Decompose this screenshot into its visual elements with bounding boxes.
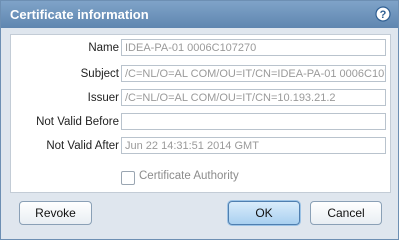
name-label: Name [88,42,119,54]
not-valid-before-field[interactable] [121,113,386,130]
issuer-label: Issuer [87,92,119,104]
issuer-row: Issuer /C=NL/O=AL COM/OU=IT/CN=10.193.21… [11,87,390,111]
not-valid-after-row: Not Valid After Jun 22 14:31:51 2014 GMT [11,135,390,159]
subject-label: Subject [80,68,119,80]
cancel-button[interactable]: Cancel [310,201,382,225]
not-valid-before-row: Not Valid Before [11,111,390,135]
dialog-title: Certificate information [10,7,149,22]
name-field[interactable]: IDEA-PA-01 0006C107270 [121,39,386,56]
certificate-authority-label: Certificate Authority [139,170,239,182]
revoke-button[interactable]: Revoke [19,201,92,225]
subject-field[interactable]: /C=NL/O=AL COM/OU=IT/CN=IDEA-PA-01 0006C… [121,65,386,82]
svg-text:?: ? [380,9,387,21]
certificate-details-panel: Name IDEA-PA-01 0006C107270 Subject /C=N… [10,34,391,193]
not-valid-after-label: Not Valid After [46,140,119,152]
certificate-authority-checkbox[interactable] [121,171,135,185]
title-bar: Certificate information ? [1,1,398,28]
certificate-dialog: Certificate information ? Name IDEA-PA-0… [0,0,399,240]
name-row: Name IDEA-PA-01 0006C107270 [11,37,390,61]
not-valid-after-field[interactable]: Jun 22 14:31:51 2014 GMT [121,137,386,154]
issuer-field[interactable]: /C=NL/O=AL COM/OU=IT/CN=10.193.21.2 [121,89,386,106]
not-valid-before-label: Not Valid Before [36,116,119,128]
subject-row: Subject /C=NL/O=AL COM/OU=IT/CN=IDEA-PA-… [11,63,390,87]
ok-button[interactable]: OK [228,201,300,225]
question-mark-icon[interactable]: ? [375,6,391,22]
